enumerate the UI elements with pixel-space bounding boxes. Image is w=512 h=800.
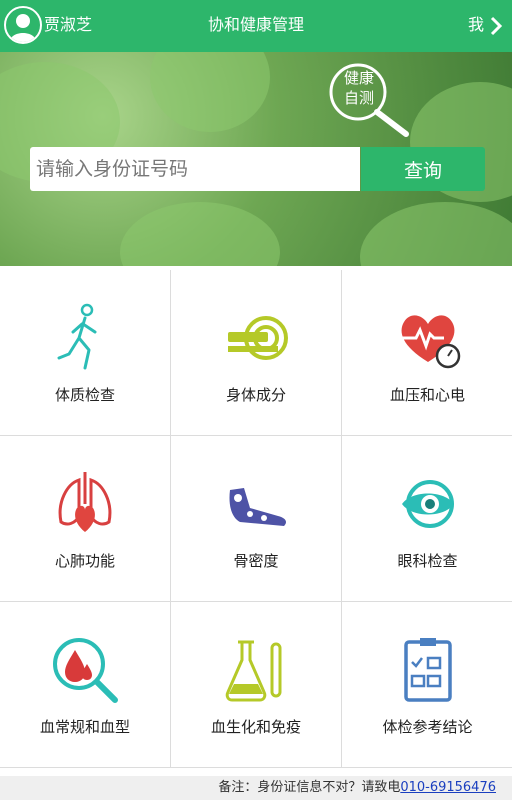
tile-label: 眼科检查 — [397, 552, 458, 570]
tile-label: 血生化和免疫 — [210, 718, 301, 736]
heart-lungs-icon — [58, 472, 112, 532]
heart-pressure-gauge-icon — [399, 315, 460, 369]
phone-link[interactable]: 010-69156476 — [400, 780, 496, 795]
tile-physical-exam[interactable]: 体质检查 — [0, 270, 171, 436]
footer-text: 备注：身份证信息不对？请致电 — [218, 780, 401, 795]
tile-bone-density[interactable]: 骨密度 — [171, 436, 342, 602]
badge-text: 健康 自测 — [343, 69, 374, 107]
tile-exam-conclusion[interactable]: 体检参考结论 — [342, 602, 512, 768]
tile-label: 心肺功能 — [54, 552, 115, 570]
me-link[interactable]: 我 — [468, 14, 484, 36]
footer-note: 备注：身份证信息不对？请致电010-69156476 — [0, 776, 512, 800]
clipboard-checklist-icon — [403, 638, 452, 702]
tile-eye-exam[interactable]: 眼科检查 — [342, 436, 512, 602]
search-button[interactable]: 查询 — [361, 147, 485, 191]
blood-drop-magnifier-icon — [53, 638, 118, 703]
tile-label: 身体成分 — [225, 386, 286, 404]
tile-label: 血压和心电 — [389, 386, 465, 404]
tile-label: 体检参考结论 — [382, 718, 473, 736]
tile-biochem-immunity[interactable]: 血生化和免疫 — [171, 602, 342, 768]
tile-label: 骨密度 — [233, 552, 279, 570]
top-bar: 贾淑芝 协和健康管理 我 — [0, 0, 512, 52]
health-self-test-badge[interactable]: 健康 自测 — [338, 68, 380, 108]
running-person-icon — [57, 303, 97, 370]
tile-label: 血常规和血型 — [39, 718, 130, 736]
lab-flask-icon — [225, 640, 282, 702]
chevron-right-icon[interactable] — [488, 15, 504, 37]
body-scanner-icon — [228, 316, 288, 360]
tile-blood-pressure-ecg[interactable]: 血压和心电 — [342, 270, 512, 436]
page-title: 协和健康管理 — [207, 15, 304, 34]
tile-body-composition[interactable]: 身体成分 — [171, 270, 342, 436]
foot-bones-icon — [229, 488, 286, 526]
eye-icon — [401, 480, 454, 528]
service-grid: 体质检查 身体成分 血压和心电 心肺功能 骨密度 眼科检查 血常规和血型 血生化… — [0, 270, 512, 768]
tile-label: 体质检查 — [54, 386, 115, 404]
tile-blood-routine[interactable]: 血常规和血型 — [0, 602, 171, 768]
tile-cardiopulmonary[interactable]: 心肺功能 — [0, 436, 171, 602]
id-number-input[interactable] — [30, 147, 360, 191]
